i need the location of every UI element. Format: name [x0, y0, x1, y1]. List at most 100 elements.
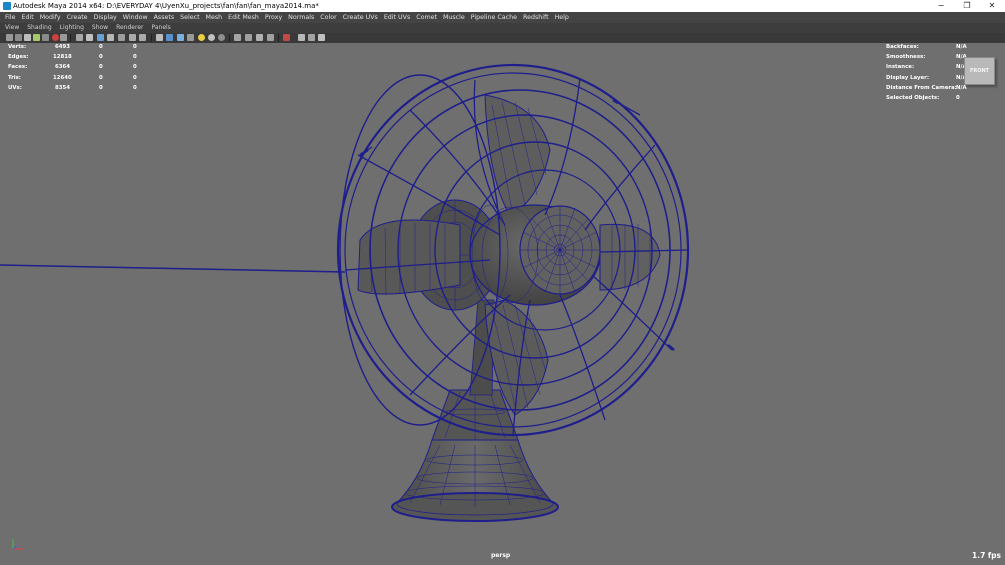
safe-action-icon[interactable] [129, 34, 136, 41]
minimize-button[interactable]: − [928, 0, 954, 12]
hud-icon[interactable] [298, 34, 305, 41]
lights-icon[interactable] [198, 34, 205, 41]
menu-assets[interactable]: Assets [151, 12, 178, 23]
flip-icon[interactable] [318, 34, 325, 41]
hud-value: 0 [99, 64, 103, 70]
restore-button[interactable]: ❐ [954, 0, 980, 12]
panel-menu-renderer[interactable]: Renderer [112, 23, 147, 33]
menu-redshift[interactable]: Redshift [520, 12, 552, 23]
menu-mesh[interactable]: Mesh [203, 12, 226, 23]
hud-label: Tris: [8, 75, 21, 81]
panel-menu-show[interactable]: Show [88, 23, 112, 33]
camera-icon[interactable] [308, 34, 315, 41]
resolution-gate-icon[interactable] [97, 34, 104, 41]
panel-menu-view[interactable]: View [0, 23, 23, 33]
wireframe-on-shaded-icon[interactable] [177, 34, 184, 41]
hud-value: 0 [133, 64, 137, 70]
menu-edit-mesh[interactable]: Edit Mesh [225, 12, 262, 23]
hud-value: N/A [956, 44, 967, 50]
window-title: Autodesk Maya 2014 x64: D:\EVERYDAY 4\Uy… [13, 2, 319, 10]
two-d-pan-zoom-icon[interactable] [42, 34, 49, 41]
bookmarks-icon[interactable] [24, 34, 31, 41]
hud-label: Verts: [8, 44, 27, 50]
hud-label: UVs: [8, 85, 22, 91]
hud-value: 0 [99, 75, 103, 81]
menu-pipeline-cache[interactable]: Pipeline Cache [468, 12, 520, 23]
hud-row-uvs: UVs: 8354 0 0 [8, 83, 137, 93]
xray-joints-icon[interactable] [256, 34, 263, 41]
hud-value: 0 [133, 75, 137, 81]
menu-select[interactable]: Select [177, 12, 202, 23]
menu-color[interactable]: Color [317, 12, 339, 23]
image-plane-icon[interactable] [33, 34, 40, 41]
fan-model-wireframe[interactable] [0, 43, 1005, 565]
camera-attributes-icon[interactable] [15, 34, 22, 41]
hud-row-verts: Verts: 6493 0 0 [8, 42, 137, 52]
hud-value: 0 [99, 85, 103, 91]
panel-menu-panels[interactable]: Panels [147, 23, 174, 33]
wireframe-icon[interactable] [156, 34, 163, 41]
menu-create-uvs[interactable]: Create UVs [340, 12, 381, 23]
menu-window[interactable]: Window [120, 12, 151, 23]
close-button[interactable]: ✕ [979, 0, 1005, 12]
menu-file[interactable]: File [0, 12, 19, 23]
toolbar-separator [229, 34, 230, 42]
gate-mask-icon[interactable] [107, 34, 114, 41]
axis-gizmo-icon [12, 539, 23, 550]
backface-culling-icon[interactable] [267, 34, 274, 41]
menu-comet[interactable]: Comet [413, 12, 440, 23]
main-menu-bar: File Edit Modify Create Display Window Assets S… [0, 12, 1005, 23]
menu-edit[interactable]: Edit [19, 12, 37, 23]
menu-muscle[interactable]: Muscle [440, 12, 468, 23]
hud-value: 0 [133, 85, 137, 91]
hud-value: 8354 [55, 85, 71, 91]
grease-pencil-icon[interactable] [52, 34, 59, 41]
view-cube[interactable]: FRONT [964, 57, 995, 85]
safe-title-icon[interactable] [139, 34, 146, 41]
hud-value: 6493 [55, 44, 71, 50]
ambient-occlusion-icon[interactable] [218, 34, 225, 41]
render-icon[interactable] [283, 34, 290, 41]
hud-label: Edges: [8, 54, 29, 60]
hud-row-smoothness: Smoothness: N/A [886, 52, 967, 62]
panel-menu-lighting[interactable]: Lighting [56, 23, 88, 33]
panel-menu-shading[interactable]: Shading [23, 23, 55, 33]
fps-counter: 1.7 fps [972, 551, 1001, 560]
power-cord [0, 264, 346, 273]
menu-display[interactable]: Display [91, 12, 120, 23]
menu-edit-uvs[interactable]: Edit UVs [381, 12, 413, 23]
hud-row-display-layer: Display Layer: N/A [886, 73, 967, 83]
camera-name-label: persp [491, 552, 511, 559]
hud-row-tris: Tris: 12640 0 0 [8, 73, 137, 83]
toolbar-separator [278, 34, 279, 42]
hud-value: 6364 [55, 64, 71, 70]
film-gate-icon[interactable] [86, 34, 93, 41]
title-bar: Autodesk Maya 2014 x64: D:\EVERYDAY 4\Uy… [0, 0, 1005, 12]
field-chart-icon[interactable] [118, 34, 125, 41]
perspective-viewport[interactable]: Verts: 6493 0 0 Edges: 12818 0 0 Faces: … [0, 43, 1005, 565]
menu-modify[interactable]: Modify [37, 12, 64, 23]
menu-proxy[interactable]: Proxy [262, 12, 285, 23]
xray-icon[interactable] [245, 34, 252, 41]
isolate-select-icon[interactable] [234, 34, 241, 41]
hud-row-selected-objects: Selected Objects: 0 [886, 93, 960, 103]
hud-value: 12640 [53, 75, 72, 81]
hud-label: Backfaces: [886, 44, 919, 50]
grid-icon[interactable] [76, 34, 83, 41]
hud-row-instance: Instance: N/A [886, 62, 967, 72]
menu-normals[interactable]: Normals [285, 12, 317, 23]
textured-icon[interactable] [187, 34, 194, 41]
menu-create[interactable]: Create [64, 12, 91, 23]
toolbar-separator [151, 34, 152, 42]
select-camera-icon[interactable] [6, 34, 13, 41]
hud-value: 0 [133, 54, 137, 60]
panel-menu-bar: View Shading Lighting Show Renderer Panels [0, 23, 1005, 33]
toolbar-separator [70, 34, 71, 42]
maya-window: Autodesk Maya 2014 x64: D:\EVERYDAY 4\Uy… [0, 0, 1005, 565]
hud-value: 0 [133, 44, 137, 50]
camera-attr-icon[interactable] [60, 34, 67, 41]
shadows-icon[interactable] [208, 34, 215, 41]
smooth-shade-icon[interactable] [166, 34, 173, 41]
maya-app-icon [3, 2, 11, 10]
menu-help[interactable]: Help [552, 12, 572, 23]
